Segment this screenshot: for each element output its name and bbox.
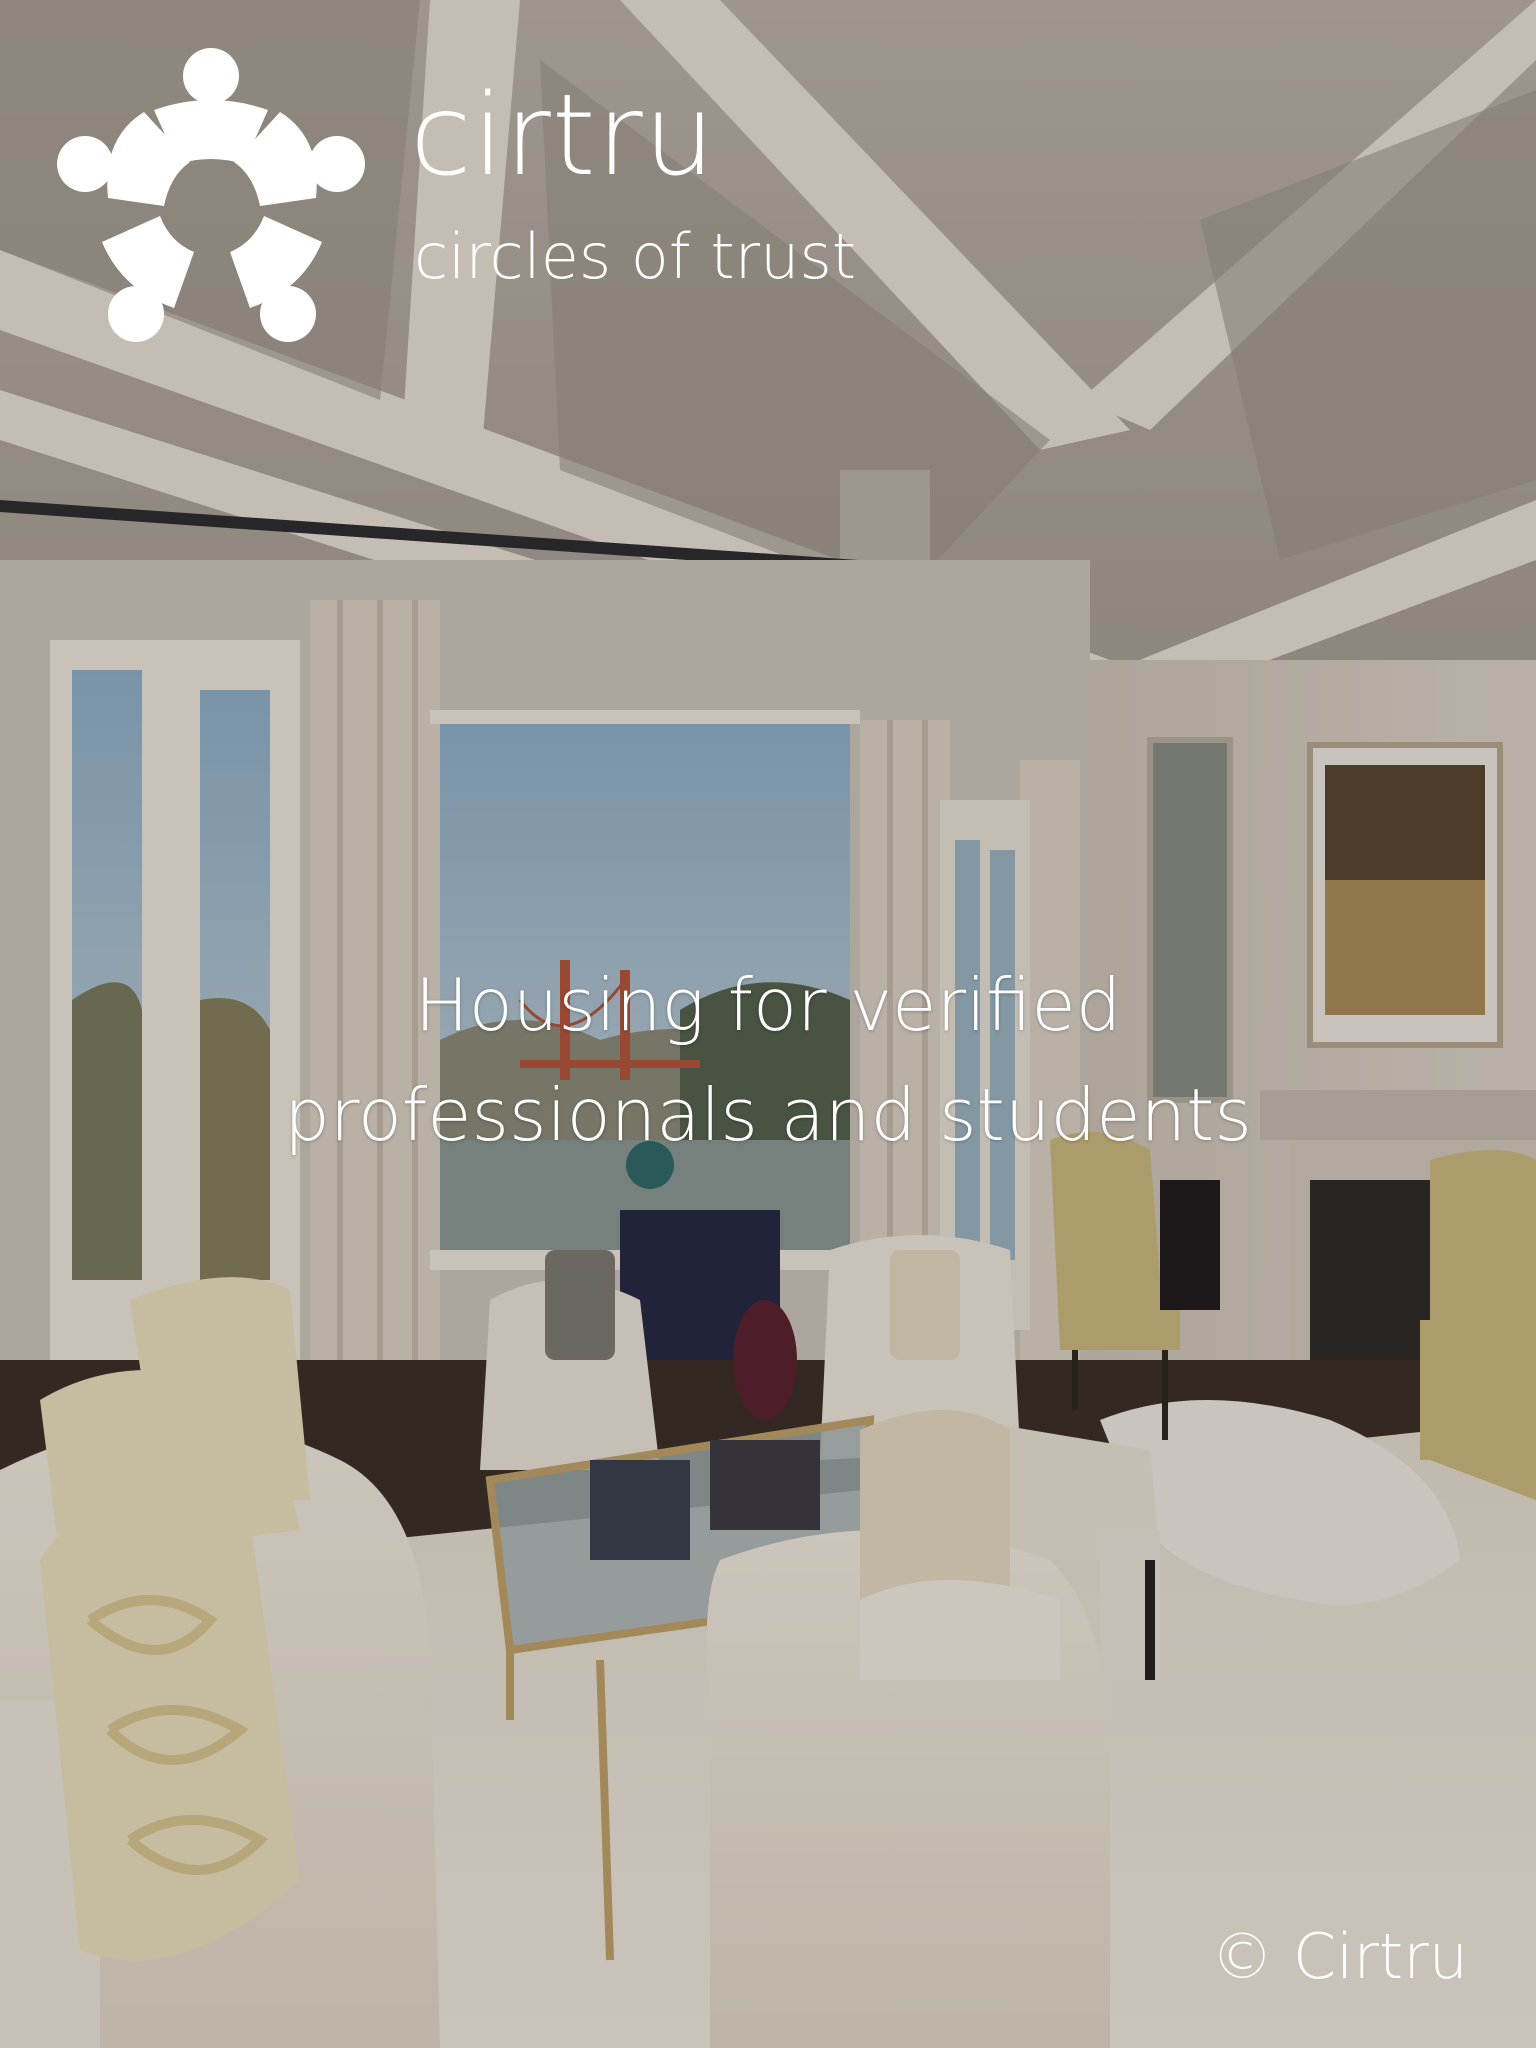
brand-tagline: circles of trust <box>414 220 857 293</box>
splash-screen: cirtru circles of trust Housing for veri… <box>0 0 1536 2048</box>
copyright-text: © Cirtru <box>1211 1920 1468 1993</box>
five-people-circle-icon <box>57 48 365 342</box>
brand-name: cirtru <box>410 71 716 201</box>
hero-headline: Housing for verified professionals and s… <box>0 950 1536 1170</box>
headline-line-1: Housing for verified <box>414 963 1122 1047</box>
headline-line-2: professionals and students <box>284 1073 1252 1157</box>
